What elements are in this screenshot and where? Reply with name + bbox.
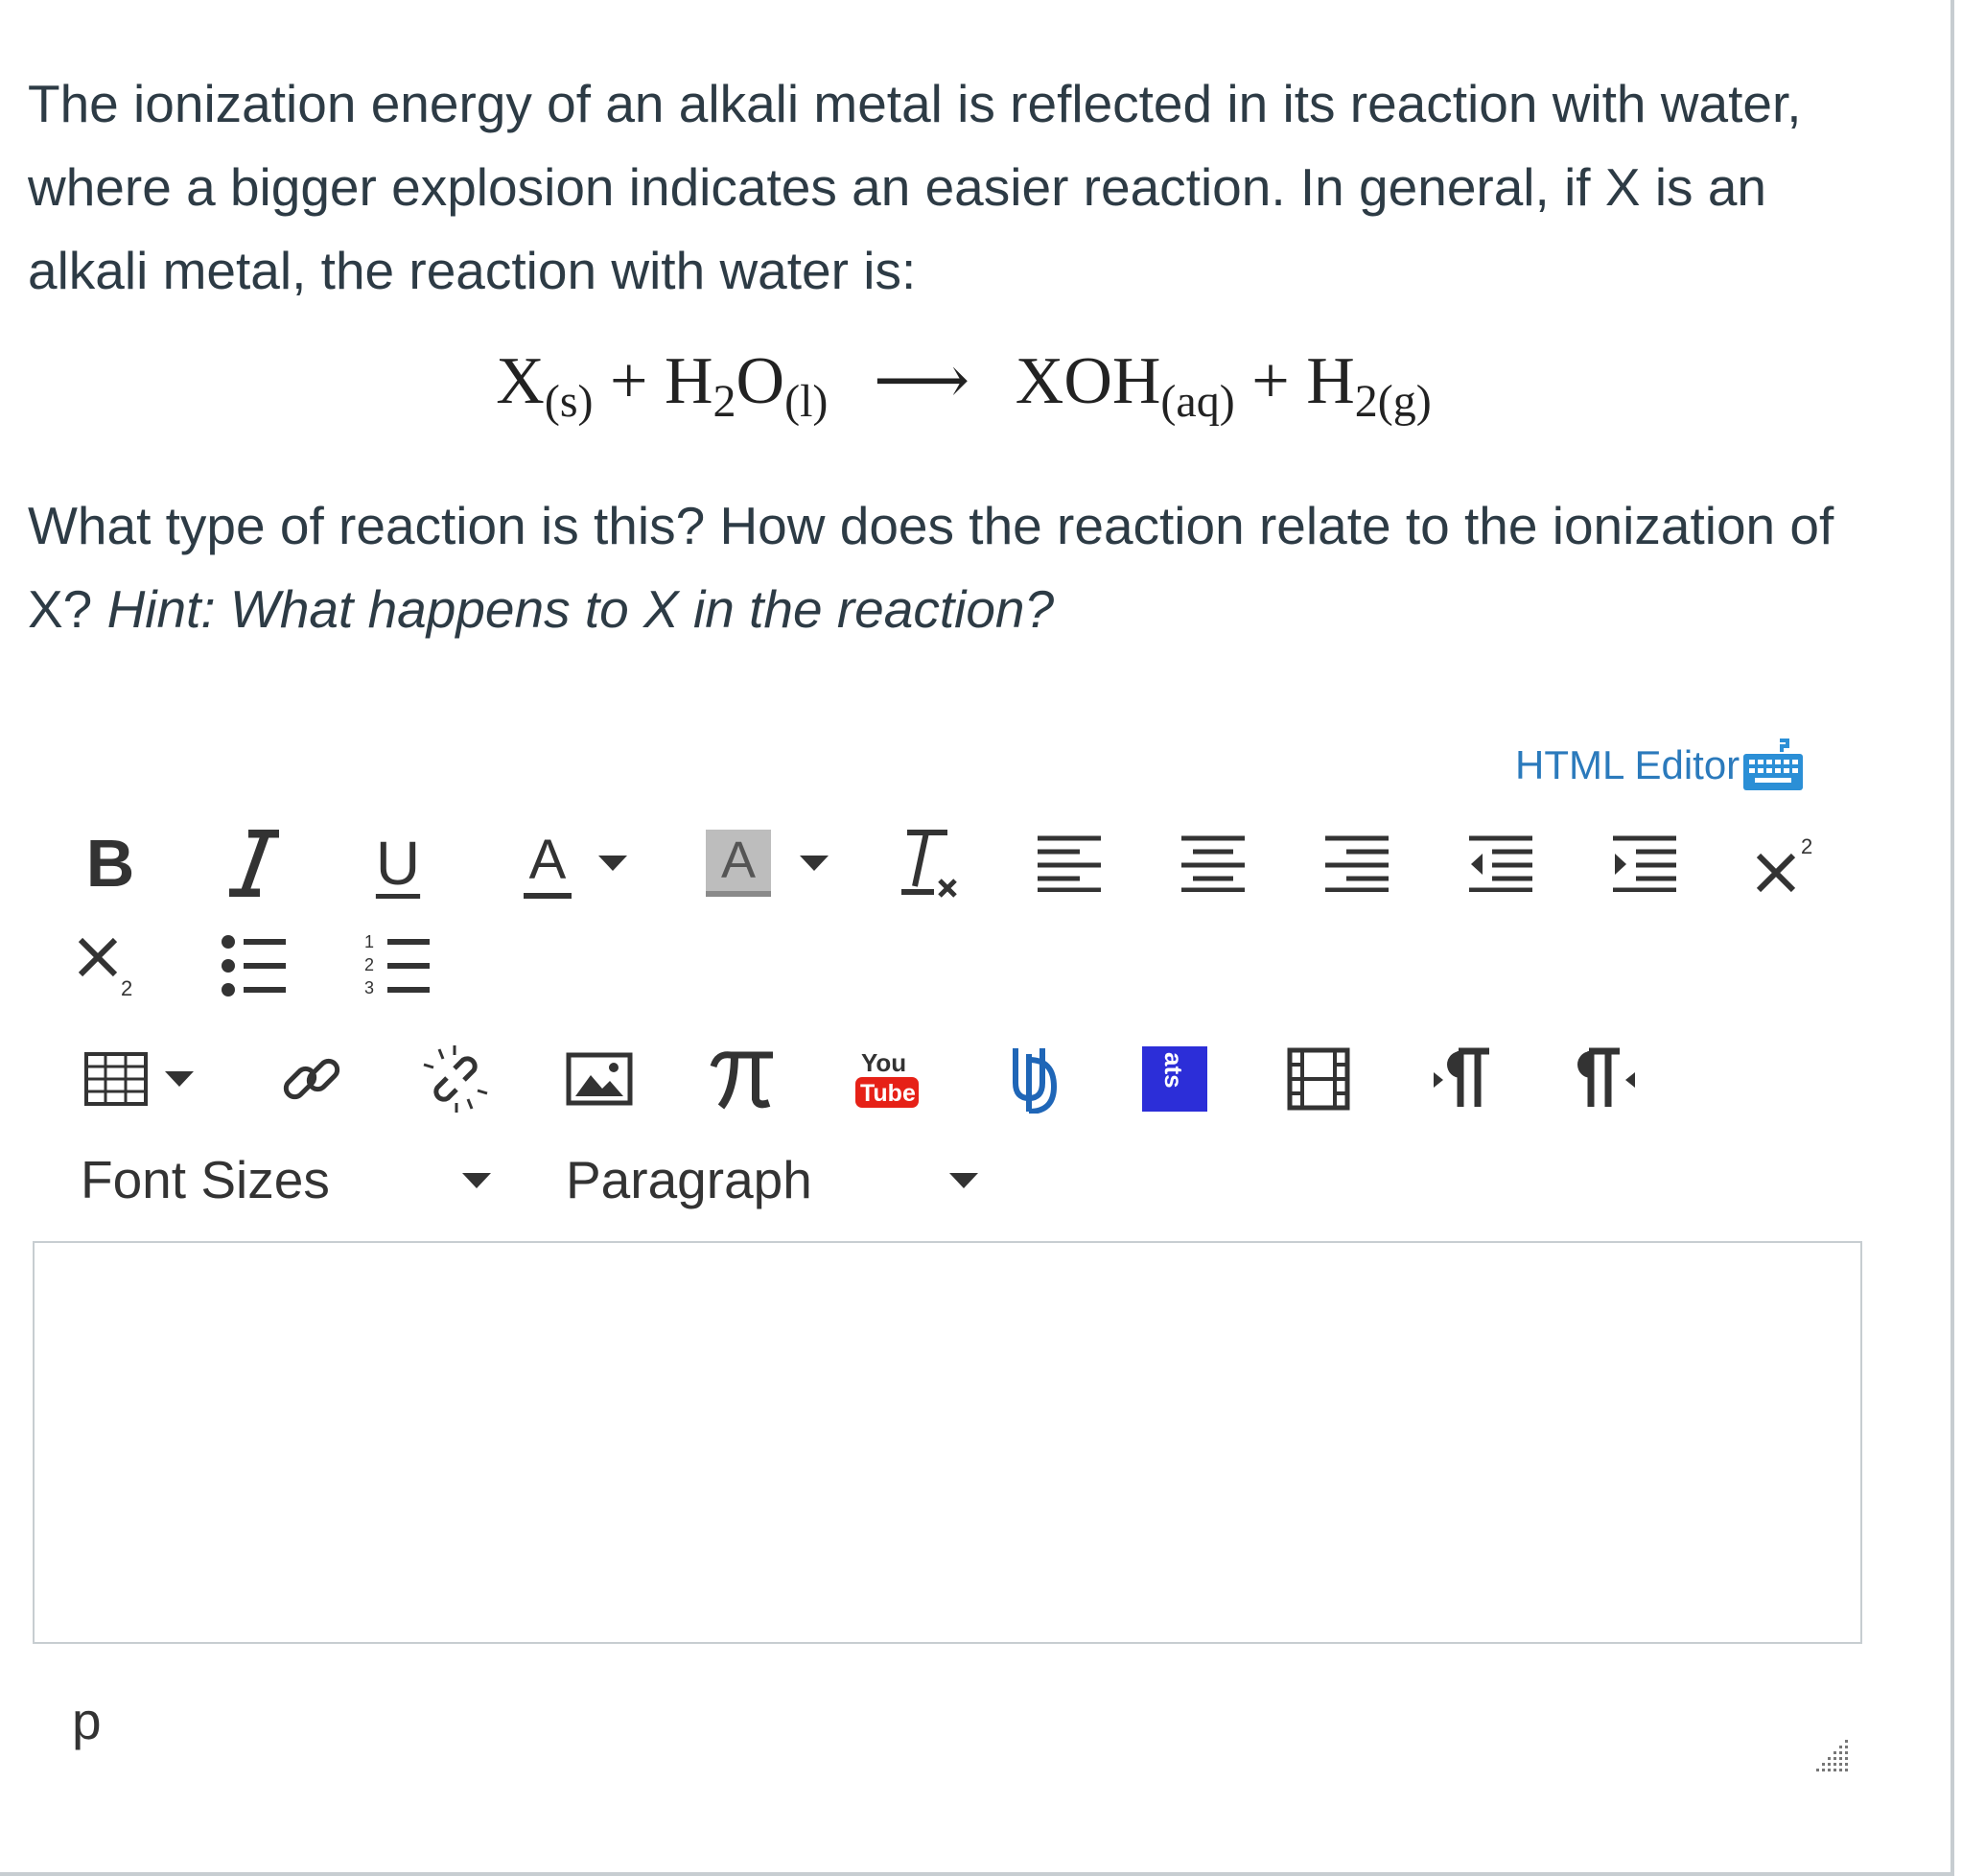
resize-handle-icon[interactable] bbox=[1812, 1736, 1851, 1774]
reaction-equation: X(s) + H2O(l) ⟶ XOH(aq) + H2(g) bbox=[0, 340, 1918, 428]
media-film-icon bbox=[1287, 1047, 1350, 1111]
link-button[interactable] bbox=[269, 1036, 355, 1122]
outdent-button[interactable] bbox=[1458, 820, 1544, 906]
math-equation-button[interactable] bbox=[700, 1036, 786, 1122]
chevron-down-icon bbox=[598, 856, 628, 871]
font-sizes-dropdown[interactable]: Font Sizes bbox=[81, 1149, 330, 1210]
eq-water-h: H bbox=[664, 344, 713, 418]
svg-text:2: 2 bbox=[364, 955, 374, 974]
html-editor-label[interactable]: HTML Editor bbox=[1515, 742, 1740, 788]
rtl-direction-button[interactable] bbox=[1563, 1036, 1649, 1122]
background-color-button[interactable]: A bbox=[690, 820, 844, 906]
indent-icon bbox=[1613, 835, 1676, 892]
unlink-icon bbox=[423, 1045, 488, 1113]
eq-x-state: (s) bbox=[544, 376, 594, 427]
superscript-icon: 2 bbox=[1756, 834, 1812, 893]
svg-text:ats: ats bbox=[1159, 1052, 1188, 1089]
align-right-button[interactable] bbox=[1314, 820, 1400, 906]
eq-water-sub: 2 bbox=[712, 376, 736, 427]
superscript-button[interactable]: 2 bbox=[1745, 820, 1832, 906]
align-left-button[interactable] bbox=[1026, 820, 1112, 906]
bold-button[interactable]: B bbox=[67, 820, 153, 906]
background-color-icon: A bbox=[706, 830, 771, 897]
question-panel: The ionization energy of an alkali metal… bbox=[0, 0, 1954, 1876]
clear-formatting-icon bbox=[901, 830, 957, 898]
chevron-down-icon bbox=[165, 1071, 194, 1087]
align-left-icon bbox=[1038, 835, 1101, 892]
underline-icon: U bbox=[375, 829, 421, 898]
youtube-icon: You Tube bbox=[855, 1048, 919, 1108]
underline-button[interactable]: U bbox=[355, 820, 441, 906]
paragraph-label: Paragraph bbox=[566, 1150, 812, 1209]
image-button[interactable] bbox=[556, 1036, 642, 1122]
svg-text:You: You bbox=[861, 1048, 906, 1077]
svg-text:2: 2 bbox=[1801, 834, 1812, 858]
paragraph-dropdown[interactable]: Paragraph bbox=[566, 1149, 812, 1210]
ud-logo-icon bbox=[1013, 1048, 1058, 1114]
youtube-button[interactable]: You Tube bbox=[844, 1036, 930, 1122]
ltr-direction-button[interactable] bbox=[1419, 1036, 1506, 1122]
bullet-list-icon bbox=[222, 935, 286, 997]
bullet-list-button[interactable] bbox=[211, 923, 297, 1009]
italic-icon bbox=[229, 830, 279, 897]
eq-hydrogen-h: H bbox=[1306, 344, 1355, 418]
link-icon bbox=[283, 1058, 340, 1100]
ud-button[interactable] bbox=[988, 1036, 1074, 1122]
eq-plus: + bbox=[609, 344, 648, 418]
svg-text:1: 1 bbox=[364, 932, 374, 951]
svg-text:Tube: Tube bbox=[860, 1080, 916, 1107]
ltr-paragraph-icon bbox=[1434, 1047, 1489, 1107]
table-button[interactable] bbox=[67, 1036, 211, 1122]
editor-content-area[interactable] bbox=[33, 1241, 1862, 1644]
element-path[interactable]: p bbox=[72, 1690, 102, 1751]
ats-button[interactable]: ats bbox=[1132, 1036, 1218, 1122]
align-center-icon bbox=[1181, 835, 1245, 892]
unlink-button[interactable] bbox=[412, 1036, 499, 1122]
eq-x: X bbox=[496, 344, 545, 418]
question-paragraph-1: The ionization energy of an alkali metal… bbox=[28, 74, 1802, 300]
keyboard-icon bbox=[1743, 739, 1804, 790]
align-center-button[interactable] bbox=[1170, 820, 1256, 906]
align-right-icon bbox=[1325, 835, 1389, 892]
subscript-button[interactable]: 2 bbox=[67, 923, 153, 1009]
font-sizes-label: Font Sizes bbox=[81, 1150, 330, 1209]
numbered-list-button[interactable]: 1 2 3 bbox=[355, 923, 441, 1009]
bold-icon: B bbox=[85, 826, 135, 901]
eq-water-o: O bbox=[736, 344, 785, 418]
math-pi-icon bbox=[710, 1051, 773, 1110]
numbered-list-icon: 1 2 3 bbox=[364, 932, 430, 997]
outdent-icon bbox=[1469, 835, 1532, 892]
eq-arrow: ⟶ bbox=[873, 344, 970, 418]
text-color-button[interactable]: A bbox=[499, 820, 652, 906]
eq-water-state: (l) bbox=[784, 376, 829, 427]
text-color-icon: A bbox=[523, 828, 572, 899]
eq-hydroxide: XOH bbox=[1015, 344, 1161, 418]
html-editor-link[interactable]: HTML Editor bbox=[1515, 739, 1805, 792]
media-button[interactable] bbox=[1275, 1036, 1362, 1122]
chevron-down-icon[interactable] bbox=[462, 1173, 491, 1188]
table-icon bbox=[84, 1052, 148, 1106]
eq-hydrogen-state: 2(g) bbox=[1354, 376, 1432, 427]
chevron-down-icon bbox=[800, 856, 829, 871]
question-prompt: What type of reaction is this? How does … bbox=[28, 484, 1888, 651]
indent-button[interactable] bbox=[1601, 820, 1688, 906]
question-text: The ionization energy of an alkali metal… bbox=[28, 62, 1888, 313]
eq-plus: + bbox=[1251, 344, 1290, 418]
eq-hydroxide-state: (aq) bbox=[1160, 376, 1235, 427]
svg-text:3: 3 bbox=[364, 978, 374, 997]
svg-text:2: 2 bbox=[121, 976, 132, 999]
question-hint: Hint: What happens to X in the reaction? bbox=[106, 579, 1055, 639]
clear-formatting-button[interactable] bbox=[882, 820, 969, 906]
image-icon bbox=[566, 1052, 633, 1106]
subscript-icon: 2 bbox=[78, 937, 132, 999]
rtl-paragraph-icon bbox=[1577, 1047, 1635, 1107]
chevron-down-icon[interactable] bbox=[949, 1173, 978, 1188]
ats-icon: ats bbox=[1142, 1046, 1207, 1112]
italic-button[interactable] bbox=[211, 820, 297, 906]
